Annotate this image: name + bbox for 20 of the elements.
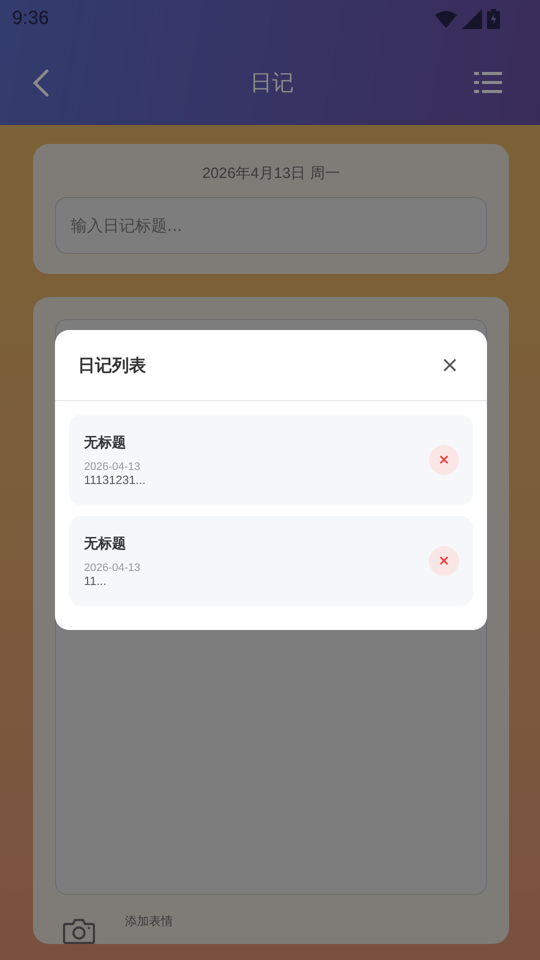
status-time: 9:36 bbox=[12, 8, 49, 30]
diary-entry[interactable]: 无标题 2026-04-13 11131231... × bbox=[69, 415, 473, 505]
battery-icon bbox=[487, 9, 500, 29]
entry-date: 2026-04-13 bbox=[84, 562, 140, 574]
entry-preview: 11131231... bbox=[84, 472, 146, 486]
entry-date: 2026-04-13 bbox=[84, 460, 142, 472]
entry-title: 无标题 bbox=[84, 434, 127, 452]
dialog-title: 日记列表 bbox=[78, 354, 146, 376]
camera-icon[interactable] bbox=[63, 918, 95, 944]
date-text: 2026年4月13日 周一 bbox=[202, 164, 340, 183]
entry-title: 无标题 bbox=[84, 534, 127, 552]
list-icon[interactable] bbox=[474, 72, 502, 94]
entry-preview: 11... bbox=[84, 574, 108, 588]
wifi-icon bbox=[435, 10, 457, 28]
title-input[interactable]: 输入日记标题... bbox=[55, 197, 487, 254]
back-icon[interactable] bbox=[32, 69, 50, 97]
signal-icon bbox=[462, 9, 482, 29]
close-button[interactable]: × bbox=[436, 352, 463, 378]
diary-entry[interactable]: 无标题 2026-04-13 11... × bbox=[69, 516, 473, 606]
page-title: 日记 bbox=[250, 70, 294, 98]
